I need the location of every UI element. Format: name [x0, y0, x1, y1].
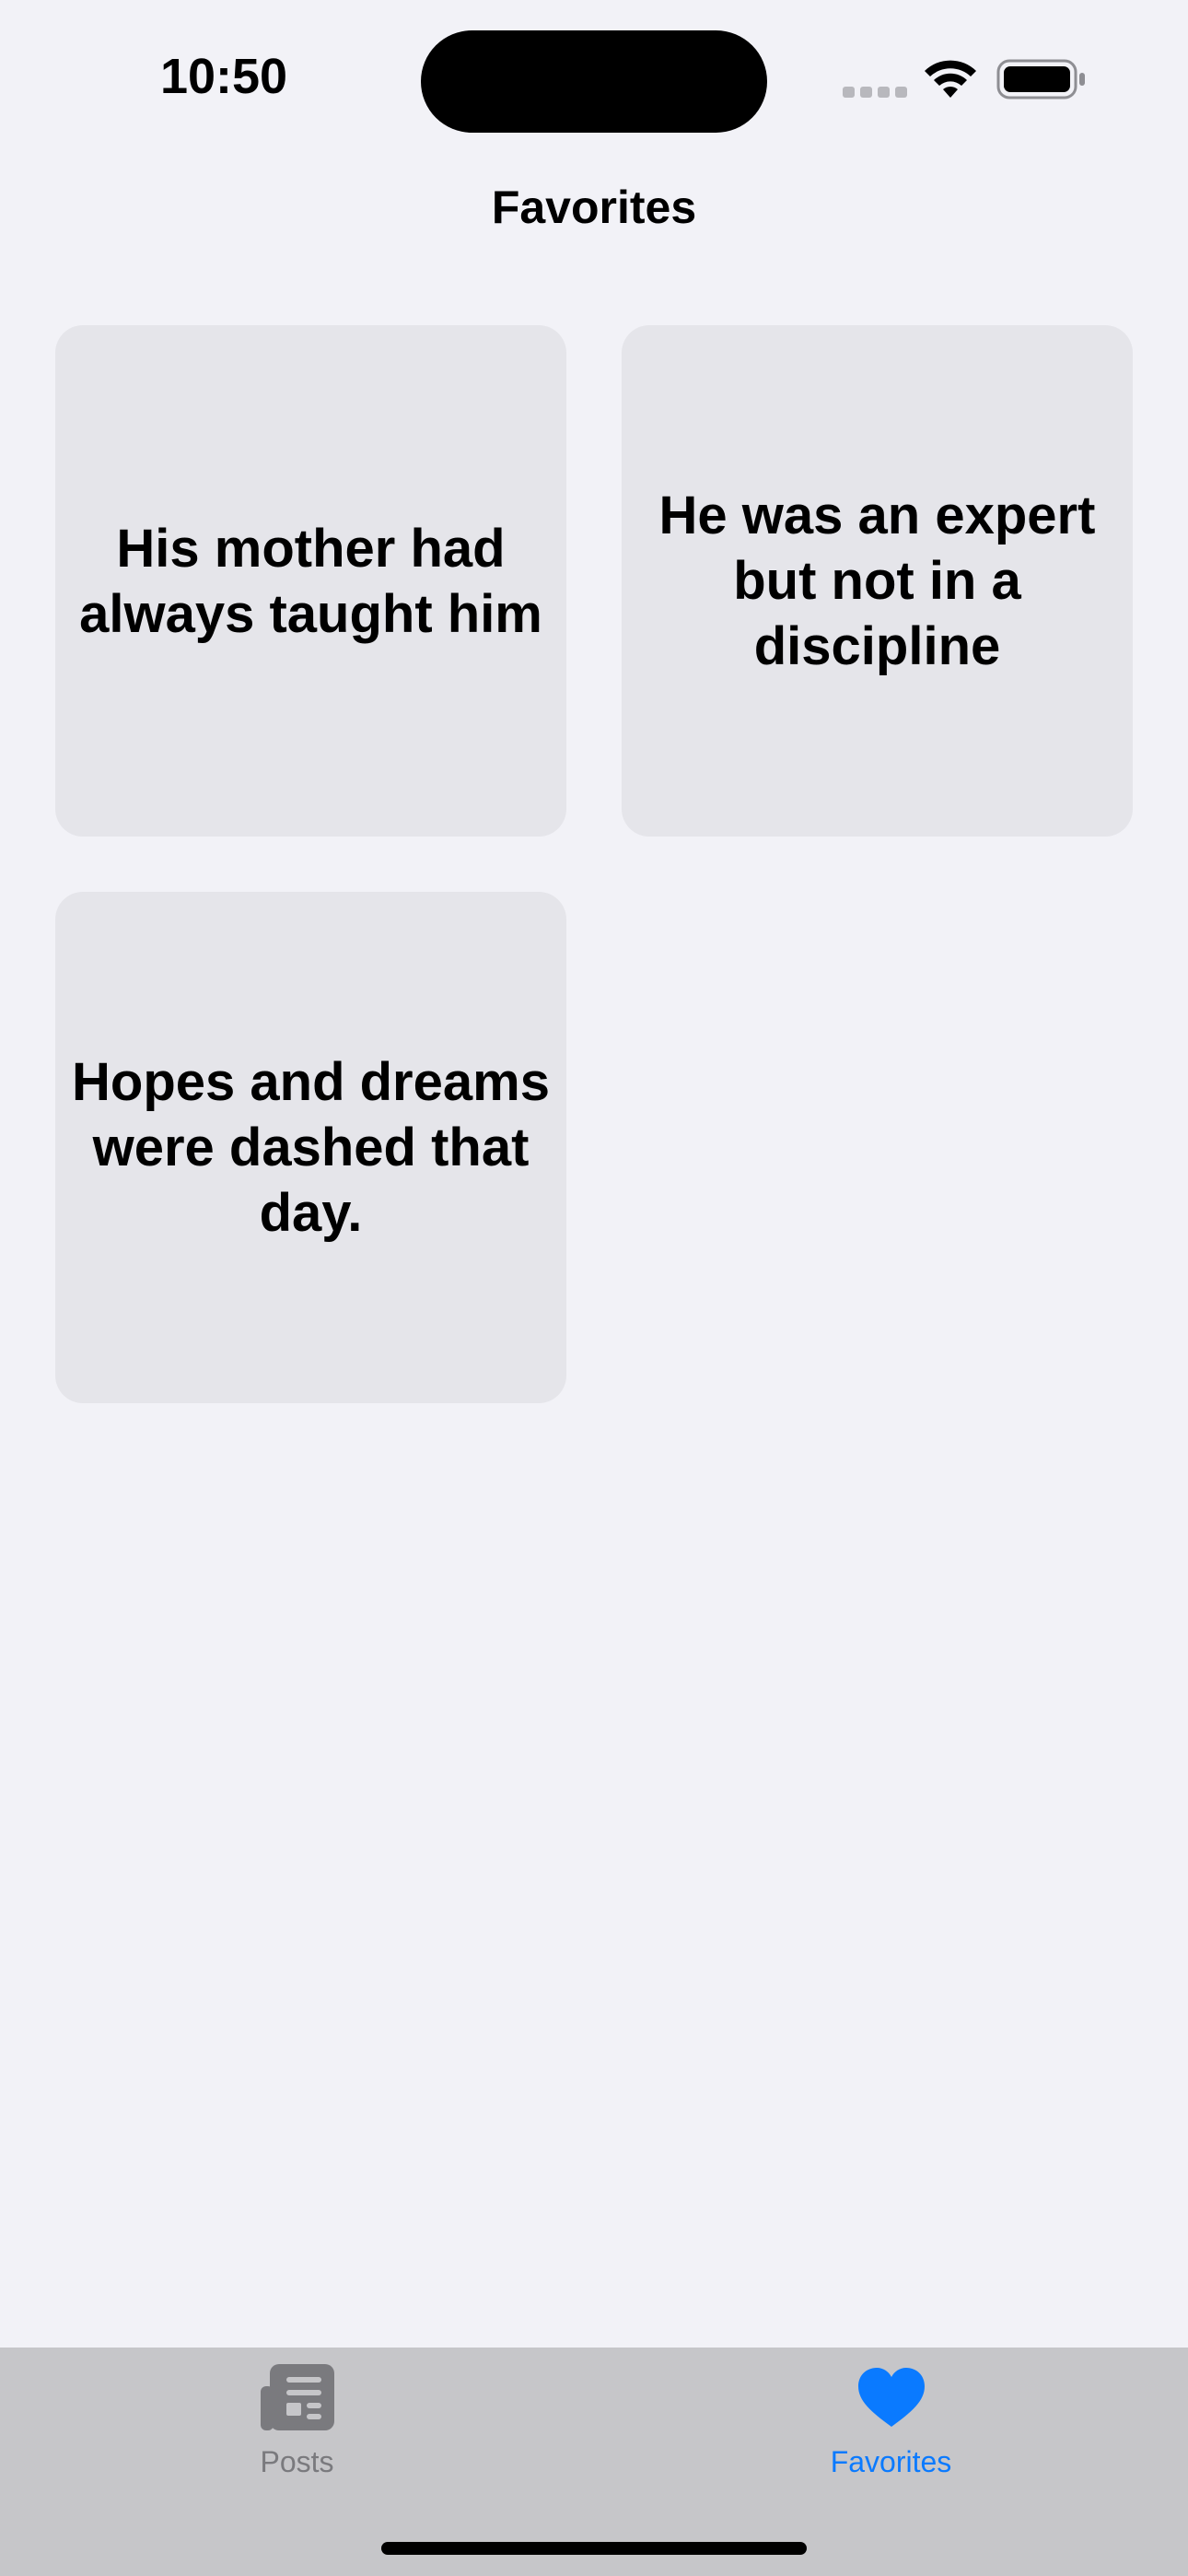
home-indicator: [381, 2542, 807, 2555]
page-title: Favorites: [491, 181, 697, 233]
tab-label: Posts: [260, 2445, 334, 2478]
wifi-icon: [925, 60, 976, 98]
favorite-card[interactable]: Hopes and dreams were dashed that day.: [55, 892, 566, 1403]
battery-icon: [996, 59, 1085, 100]
favorite-card-text: He was an expert but not in a discipline: [658, 486, 1096, 676]
favorite-card-text: Hopes and dreams were dashed that day.: [72, 1052, 550, 1243]
cellular-signal-icon: [843, 87, 907, 98]
favorite-card[interactable]: His mother had always taught him: [55, 325, 566, 837]
heart-icon: [857, 2368, 925, 2427]
favorite-card[interactable]: He was an expert but not in a discipline: [622, 325, 1133, 837]
tab-bar: Posts Favorites: [0, 2348, 1188, 2576]
status-bar: 10:50: [0, 0, 1188, 138]
newspaper-icon: [260, 2364, 334, 2430]
tab-posts[interactable]: Posts: [0, 2348, 594, 2500]
favorite-card-text: His mother had always taught him: [79, 518, 542, 644]
dynamic-island: [421, 30, 767, 133]
tab-favorites[interactable]: Favorites: [594, 2348, 1188, 2500]
tab-label: Favorites: [830, 2445, 952, 2478]
status-time: 10:50: [159, 49, 288, 104]
